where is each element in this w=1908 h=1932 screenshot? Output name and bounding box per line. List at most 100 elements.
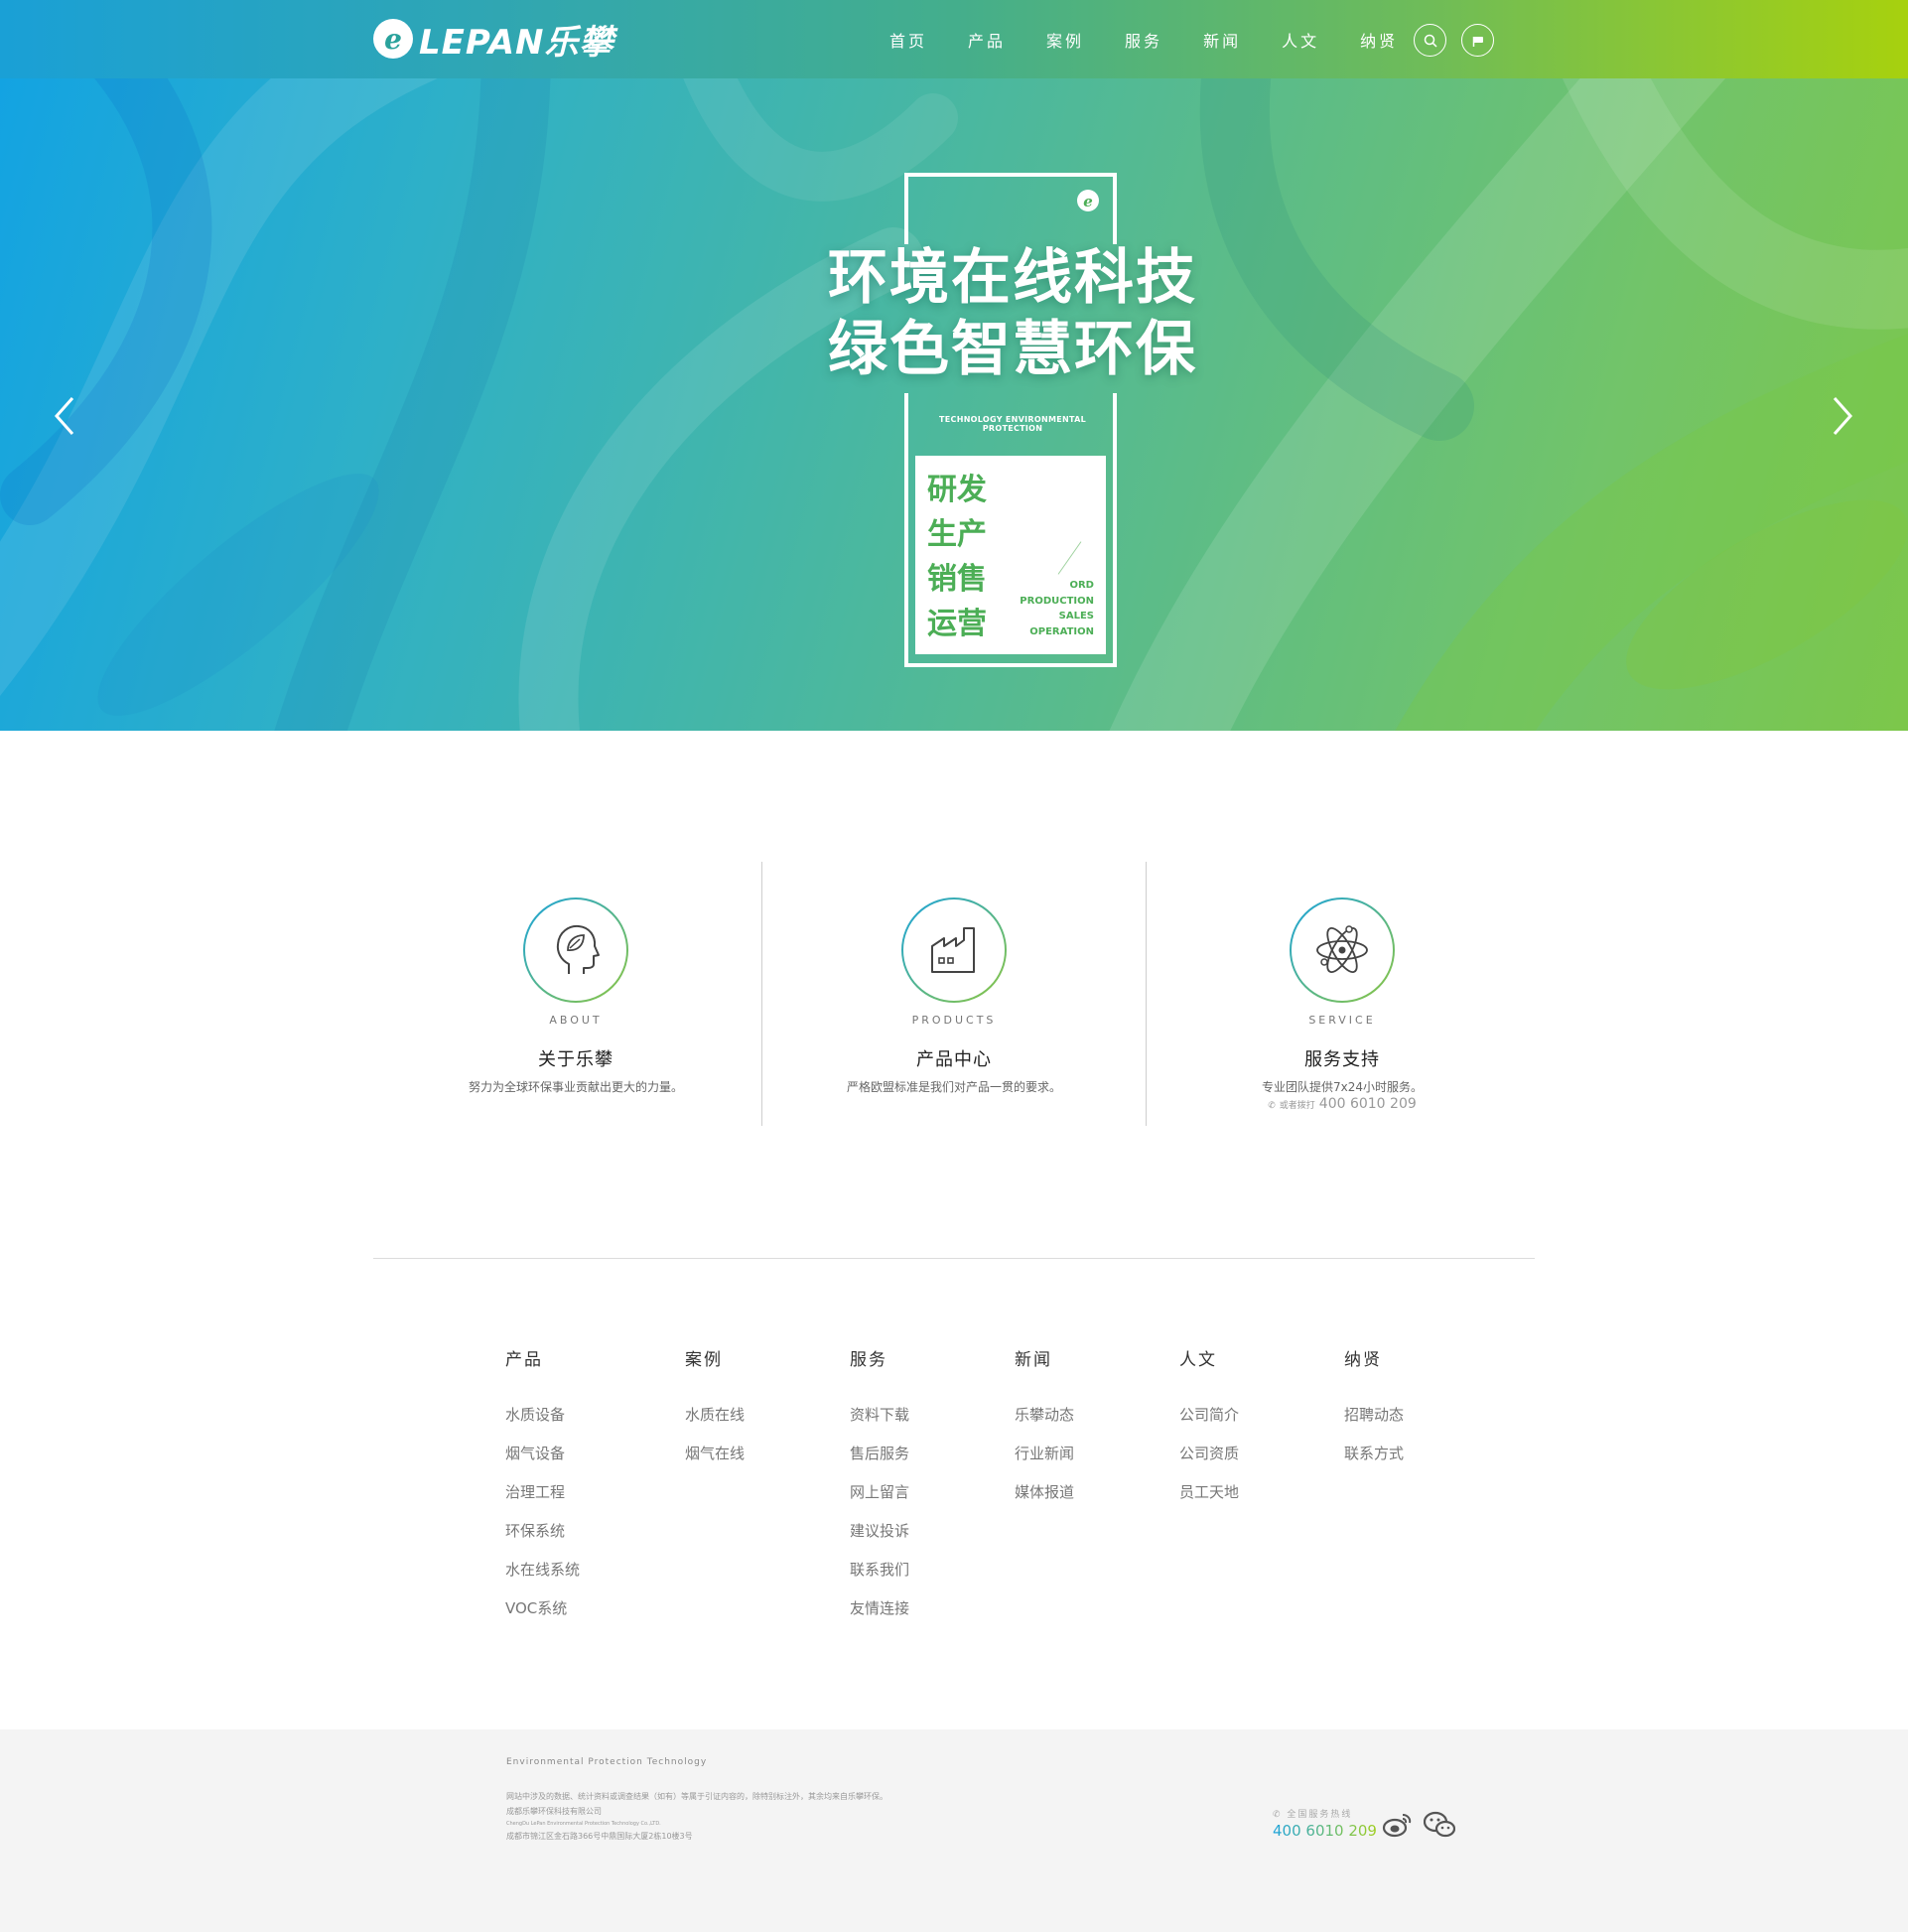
sitemap-heading: 产品 [505, 1350, 543, 1370]
feature-service[interactable]: SERVICE 服务支持 专业团队提供7x24小时服务。 ✆ 或者拨打 400 60… [1183, 862, 1501, 1126]
sitemap-link[interactable]: 售后服务 [850, 1444, 909, 1482]
feature-title: 产品中心 [916, 1049, 992, 1070]
sitemap-link[interactable]: 联系方式 [1344, 1444, 1404, 1482]
sitemap-link[interactable]: 治理工程 [505, 1482, 580, 1521]
hotline-label: 全国服务热线 [1287, 1810, 1353, 1820]
sitemap-link[interactable]: 员工天地 [1179, 1482, 1239, 1521]
search-button[interactable] [1414, 24, 1446, 57]
footer-disclaimer: 网站中涉及的数据、统计资料或调查结果（如有）等属于引证内容的，除特别标注外，其余… [506, 1792, 887, 1801]
sitemap-heading: 新闻 [1015, 1350, 1052, 1370]
sitemap-heading: 纳贤 [1344, 1350, 1382, 1370]
sitemap-link[interactable]: 水质设备 [505, 1405, 580, 1444]
sitemap-link[interactable]: VOC系统 [505, 1598, 580, 1637]
hero-card-cn-item: 研发 [927, 473, 987, 507]
phone-icon: ✆ [1273, 1810, 1288, 1820]
logo[interactable]: e LEPAN乐攀 [373, 16, 614, 63]
head-leaf-icon [556, 924, 600, 974]
feature-desc: 严格欧盟标准是我们对产品一贯的要求。 [846, 1080, 1061, 1094]
nav-cases[interactable]: 案例 [1046, 28, 1084, 52]
divider [1146, 862, 1147, 1126]
sitemap-link[interactable]: 水在线系统 [505, 1560, 580, 1598]
sitemap-link[interactable]: 媒体报道 [1015, 1482, 1074, 1521]
sitemap-link[interactable]: 资料下载 [850, 1405, 909, 1444]
sitemap-link[interactable]: 建议投诉 [850, 1521, 909, 1560]
sitemap-link[interactable]: 烟气在线 [685, 1444, 745, 1482]
sitemap-col-products: 产品 水质设备 烟气设备 治理工程 环保系统 水在线系统 VOC系统 [505, 1345, 580, 1637]
nav-products[interactable]: 产品 [968, 28, 1006, 52]
hero-title: 环境在线科技 绿色智慧环保 [814, 242, 1211, 385]
sitemap-link[interactable]: 行业新闻 [1015, 1444, 1074, 1482]
feature-en-label: SERVICE [1308, 1014, 1376, 1027]
hero-card-cn-item: 生产 [927, 517, 987, 552]
sitemap-heading: 人文 [1179, 1350, 1217, 1370]
sitemap-heading: 服务 [850, 1350, 887, 1370]
footer-company-en: ChengDu LePan Environmental Protection T… [506, 1821, 661, 1827]
sitemap-link[interactable]: 烟气设备 [505, 1444, 580, 1482]
sitemap-link[interactable]: 招聘动态 [1344, 1405, 1404, 1444]
sitemap-col-cases: 案例 水质在线 烟气在线 [685, 1345, 745, 1482]
feature-title: 关于乐攀 [538, 1049, 613, 1070]
footer-address: 成都市锦江区金石路366号中鼎国际大厦2栋10楼3号 [506, 1832, 693, 1841]
hero-card-cn-item: 销售 [927, 562, 987, 597]
weibo-icon[interactable] [1382, 1811, 1414, 1839]
feature-phone-number: 400 6010 209 [1318, 1096, 1417, 1112]
hero-card-cn: 研发 生产 销售 运营 [927, 468, 987, 646]
hotline-number: 400 6010 209 [1273, 1822, 1377, 1840]
footer-hotline[interactable]: ✆ 全国服务热线 400 6010 209 [1273, 1807, 1377, 1840]
nav-service[interactable]: 服务 [1125, 28, 1162, 52]
sitemap-link[interactable]: 友情连接 [850, 1598, 909, 1637]
sitemap-link[interactable]: 乐攀动态 [1015, 1405, 1074, 1444]
language-button[interactable] [1461, 24, 1494, 57]
wechat-icon[interactable] [1424, 1811, 1455, 1839]
page-footer: Environmental Protection Technology 网站中涉… [0, 1729, 1908, 1932]
nav-recruit[interactable]: 纳贤 [1360, 28, 1398, 52]
factory-icon [931, 927, 975, 973]
sitemap-link[interactable]: 水质在线 [685, 1405, 745, 1444]
nav-home[interactable]: 首页 [889, 28, 927, 52]
phone-icon: ✆ [1268, 1101, 1276, 1111]
feature-products[interactable]: PRODUCTS 产品中心 严格欧盟标准是我们对产品一贯的要求。 [795, 862, 1113, 1126]
features-section: ABOUT 关于乐攀 努力为全球环保事业贡献出更大的力量。 PRODUCTS 产… [417, 862, 1499, 1126]
hero-title-line1: 环境在线科技 [828, 243, 1197, 313]
footer-company: 成都乐攀环保科技有限公司 [506, 1807, 602, 1816]
feature-en-label: ABOUT [549, 1014, 603, 1027]
footer-sitemap: 产品 水质设备 烟气设备 治理工程 环保系统 水在线系统 VOC系统 案例 水质… [0, 1345, 1908, 1643]
feature-phone[interactable]: ✆ 或者拨打 400 6010 209 [1183, 1096, 1501, 1112]
sitemap-col-service: 服务 资料下载 售后服务 网上留言 建议投诉 联系我们 友情连接 [850, 1345, 909, 1637]
hero-subtitle: TECHNOLOGY ENVIRONMENTAL PROTECTION [939, 415, 1086, 433]
divider [761, 862, 762, 1126]
hero-card-en-item: PRODUCTION [1020, 595, 1094, 607]
feature-desc: 努力为全球环保事业贡献出更大的力量。 [468, 1080, 683, 1094]
sitemap-col-news: 新闻 乐攀动态 行业新闻 媒体报道 [1015, 1345, 1074, 1521]
logo-text: LEPAN乐攀 [419, 22, 614, 63]
section-divider [373, 1258, 1535, 1259]
search-icon [1424, 34, 1437, 48]
sitemap-link[interactable]: 网上留言 [850, 1482, 909, 1521]
feature-en-label: PRODUCTS [911, 1014, 997, 1027]
sitemap-link[interactable]: 联系我们 [850, 1560, 909, 1598]
feature-about[interactable]: ABOUT 关于乐攀 努力为全球环保事业贡献出更大的力量。 [417, 862, 735, 1126]
atom-icon [1316, 925, 1368, 974]
feature-icon-circle [901, 897, 1007, 1003]
next-slide-arrow[interactable] [1823, 386, 1862, 446]
footer-info: 网站中涉及的数据、统计资料或调查结果（如有）等属于引证内容的，除特别标注外，其余… [506, 1789, 887, 1844]
prev-slide-arrow[interactable] [45, 386, 84, 446]
feature-title: 服务支持 [1304, 1049, 1380, 1070]
feature-phone-label: 或者拨打 [1279, 1101, 1315, 1111]
sitemap-link[interactable]: 公司资质 [1179, 1444, 1239, 1482]
footer-tagline: Environmental Protection Technology [506, 1757, 708, 1767]
feature-icon-circle [1290, 897, 1395, 1003]
feature-desc: 专业团队提供7x24小时服务。 [1261, 1080, 1423, 1094]
hero-card-en: ORD PRODUCTION SALES OPERATION [1020, 578, 1094, 639]
sitemap-heading: 案例 [685, 1350, 723, 1370]
hero-card: 研发 生产 销售 运营 ORD PRODUCTION SALES OPERATI… [915, 456, 1106, 654]
logo-mark: e [373, 19, 413, 59]
hero-card-cn-item: 运营 [927, 607, 987, 641]
main-nav: 首页 产品 案例 服务 新闻 人文 纳贤 [889, 0, 1438, 78]
nav-news[interactable]: 新闻 [1203, 28, 1241, 52]
hero-banner: e 环境在线科技 绿色智慧环保 TECHNOLOGY ENVIRONMENTAL… [0, 78, 1908, 731]
top-header: e LEPAN乐攀 首页 产品 案例 服务 新闻 人文 纳贤 [0, 0, 1908, 78]
sitemap-link[interactable]: 公司简介 [1179, 1405, 1239, 1444]
nav-culture[interactable]: 人文 [1282, 28, 1319, 52]
sitemap-link[interactable]: 环保系统 [505, 1521, 580, 1560]
